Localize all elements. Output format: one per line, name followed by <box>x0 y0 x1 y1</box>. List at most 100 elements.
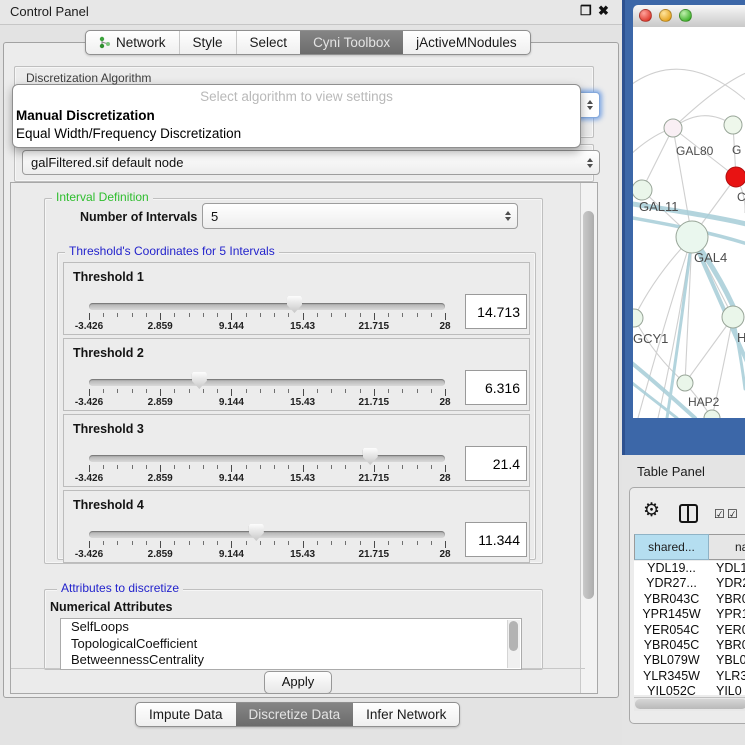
slider-handle[interactable] <box>287 296 302 313</box>
checkbox-icon[interactable]: ☑ <box>714 507 725 521</box>
apply-button[interactable]: Apply <box>264 671 332 694</box>
table-cell[interactable]: YDR27... <box>634 576 709 591</box>
table-cell[interactable]: YPR1 <box>709 607 745 622</box>
table-cell[interactable]: YBR0 <box>709 638 745 653</box>
network-node[interactable] <box>704 410 720 418</box>
tick-label: 21.715 <box>359 549 390 560</box>
network-node[interactable] <box>676 221 708 253</box>
slider-track[interactable] <box>89 379 445 386</box>
close-traffic-light-icon[interactable] <box>639 9 652 22</box>
table-row[interactable]: YBL079WYBL0 <box>634 653 745 668</box>
scrollbar-thumb[interactable] <box>635 699 745 709</box>
slider-track[interactable] <box>89 531 445 538</box>
tick-label: 15.43 <box>290 549 315 560</box>
control-panel-titlebar: Control Panel ❐ ✖ <box>0 0 622 25</box>
table-cell[interactable]: YDR2 <box>709 576 745 591</box>
number-of-intervals-combobox[interactable]: 5 <box>202 203 518 229</box>
table-cell[interactable]: YBR043C <box>634 592 709 607</box>
network-window-titlebar[interactable] <box>633 5 745 28</box>
list-item[interactable]: BetweennessCentrality <box>61 652 521 669</box>
tab-cyni-toolbox[interactable]: Cyni Toolbox <box>300 31 403 54</box>
slider-handle[interactable] <box>192 372 207 389</box>
tab-impute-data[interactable]: Impute Data <box>136 703 236 726</box>
table-cell[interactable]: YLR345W <box>634 669 709 684</box>
close-icon[interactable]: ✖ <box>598 3 609 19</box>
tab-infer-network[interactable]: Infer Network <box>353 703 459 726</box>
list-item[interactable]: SelfLoops <box>61 619 521 636</box>
table-cell[interactable]: YDL19... <box>634 561 709 576</box>
columns-icon[interactable] <box>679 504 698 523</box>
table-row[interactable]: YBR045CYBR0 <box>634 638 745 653</box>
table-row[interactable]: YDR27...YDR2 <box>634 576 745 591</box>
network-node[interactable] <box>664 119 682 137</box>
node-label: H <box>737 330 745 345</box>
network-node[interactable] <box>726 167 745 187</box>
threshold-value-field[interactable] <box>465 294 527 329</box>
numerical-attributes-list[interactable]: SelfLoops TopologicalCoefficient Between… <box>60 618 522 670</box>
slider-handle[interactable] <box>249 524 264 541</box>
list-item[interactable]: TopologicalCoefficient <box>61 636 521 653</box>
threshold-label: Threshold 1 <box>73 270 144 284</box>
dropdown-option-manual[interactable]: Manual Discretization <box>13 107 580 125</box>
float-window-icon[interactable]: ❐ <box>580 3 592 19</box>
table-cell[interactable]: YDL1 <box>709 561 745 576</box>
zoom-traffic-light-icon[interactable] <box>679 9 692 22</box>
tab-label: jActiveMNodules <box>416 31 517 54</box>
slider-track[interactable] <box>89 455 445 462</box>
threshold-value-field[interactable] <box>465 446 527 481</box>
slider-handle[interactable] <box>363 448 378 465</box>
table-cell[interactable]: YIL052C <box>634 684 709 695</box>
table-cell[interactable]: YER054C <box>634 623 709 638</box>
network-node[interactable] <box>633 309 643 327</box>
tick-label: 28 <box>439 473 450 484</box>
table-cell[interactable]: YER0 <box>709 623 745 638</box>
network-node[interactable] <box>677 375 693 391</box>
network-node[interactable] <box>722 306 744 328</box>
network-desktop: GAL80GCGAL11GAL4GCY1HHAP2 <box>622 0 745 455</box>
table-cell[interactable]: YBL079W <box>634 653 709 668</box>
tab-select[interactable]: Select <box>236 31 301 54</box>
table-cell[interactable]: YBR0 <box>709 592 745 607</box>
column-header-name[interactable]: na <box>709 534 745 560</box>
scrollbar-thumb[interactable] <box>583 211 594 599</box>
table-data-combobox[interactable]: galFiltered.sif default node <box>22 150 600 175</box>
table-row[interactable]: YBR043CYBR0 <box>634 592 745 607</box>
vertical-scrollbar[interactable] <box>580 183 597 693</box>
tab-label: Impute Data <box>149 703 223 726</box>
column-header-shared-name[interactable]: shared... <box>634 534 709 560</box>
network-node[interactable] <box>724 116 742 134</box>
table-row[interactable]: YIL052CYIL0 <box>634 684 745 695</box>
threshold-value-field[interactable] <box>465 522 527 557</box>
table-cell[interactable]: YBL0 <box>709 653 745 668</box>
dropdown-hint-item[interactable]: Select algorithm to view settings <box>13 85 580 107</box>
node-label: C <box>737 190 745 204</box>
tab-discretize-data[interactable]: Discretize Data <box>236 703 354 726</box>
combo-arrows-icon <box>587 158 593 168</box>
horizontal-scrollbar[interactable] <box>634 697 745 711</box>
table-row[interactable]: YER054CYER0 <box>634 623 745 638</box>
scrollbar-thumb[interactable] <box>509 621 518 651</box>
algorithm-dropdown-popup: Select algorithm to view settings Manual… <box>12 84 581 148</box>
table-cell[interactable]: YIL0 <box>709 684 745 695</box>
table-row[interactable]: YDL19...YDL1 <box>634 561 745 576</box>
tab-jactivemnodules[interactable]: jActiveMNodules <box>403 31 530 54</box>
table-cell[interactable]: YLR3 <box>709 669 745 684</box>
table-cell[interactable]: YBR045C <box>634 638 709 653</box>
network-node[interactable] <box>633 180 652 200</box>
list-scrollbar[interactable] <box>507 620 520 668</box>
checkbox-icon[interactable]: ☑ <box>727 507 738 521</box>
tab-label: Discretize Data <box>249 703 341 726</box>
slider-ticks: -3.4262.8599.14415.4321.71528 <box>64 389 529 409</box>
table-row[interactable]: YPR145WYPR1 <box>634 607 745 622</box>
node-label: GAL4 <box>694 250 727 265</box>
table-row[interactable]: YLR345WYLR3 <box>634 669 745 684</box>
dropdown-option-equal-width[interactable]: Equal Width/Frequency Discretization <box>13 125 580 143</box>
tab-style[interactable]: Style <box>179 31 236 54</box>
threshold-value-field[interactable] <box>465 370 527 405</box>
tab-network[interactable]: Network <box>86 31 179 54</box>
table-cell[interactable]: YPR145W <box>634 607 709 622</box>
network-canvas[interactable]: GAL80GCGAL11GAL4GCY1HHAP2 <box>633 27 745 418</box>
gear-icon[interactable]: ⚙ <box>643 501 660 520</box>
slider-track[interactable] <box>89 303 445 310</box>
minimize-traffic-light-icon[interactable] <box>659 9 672 22</box>
